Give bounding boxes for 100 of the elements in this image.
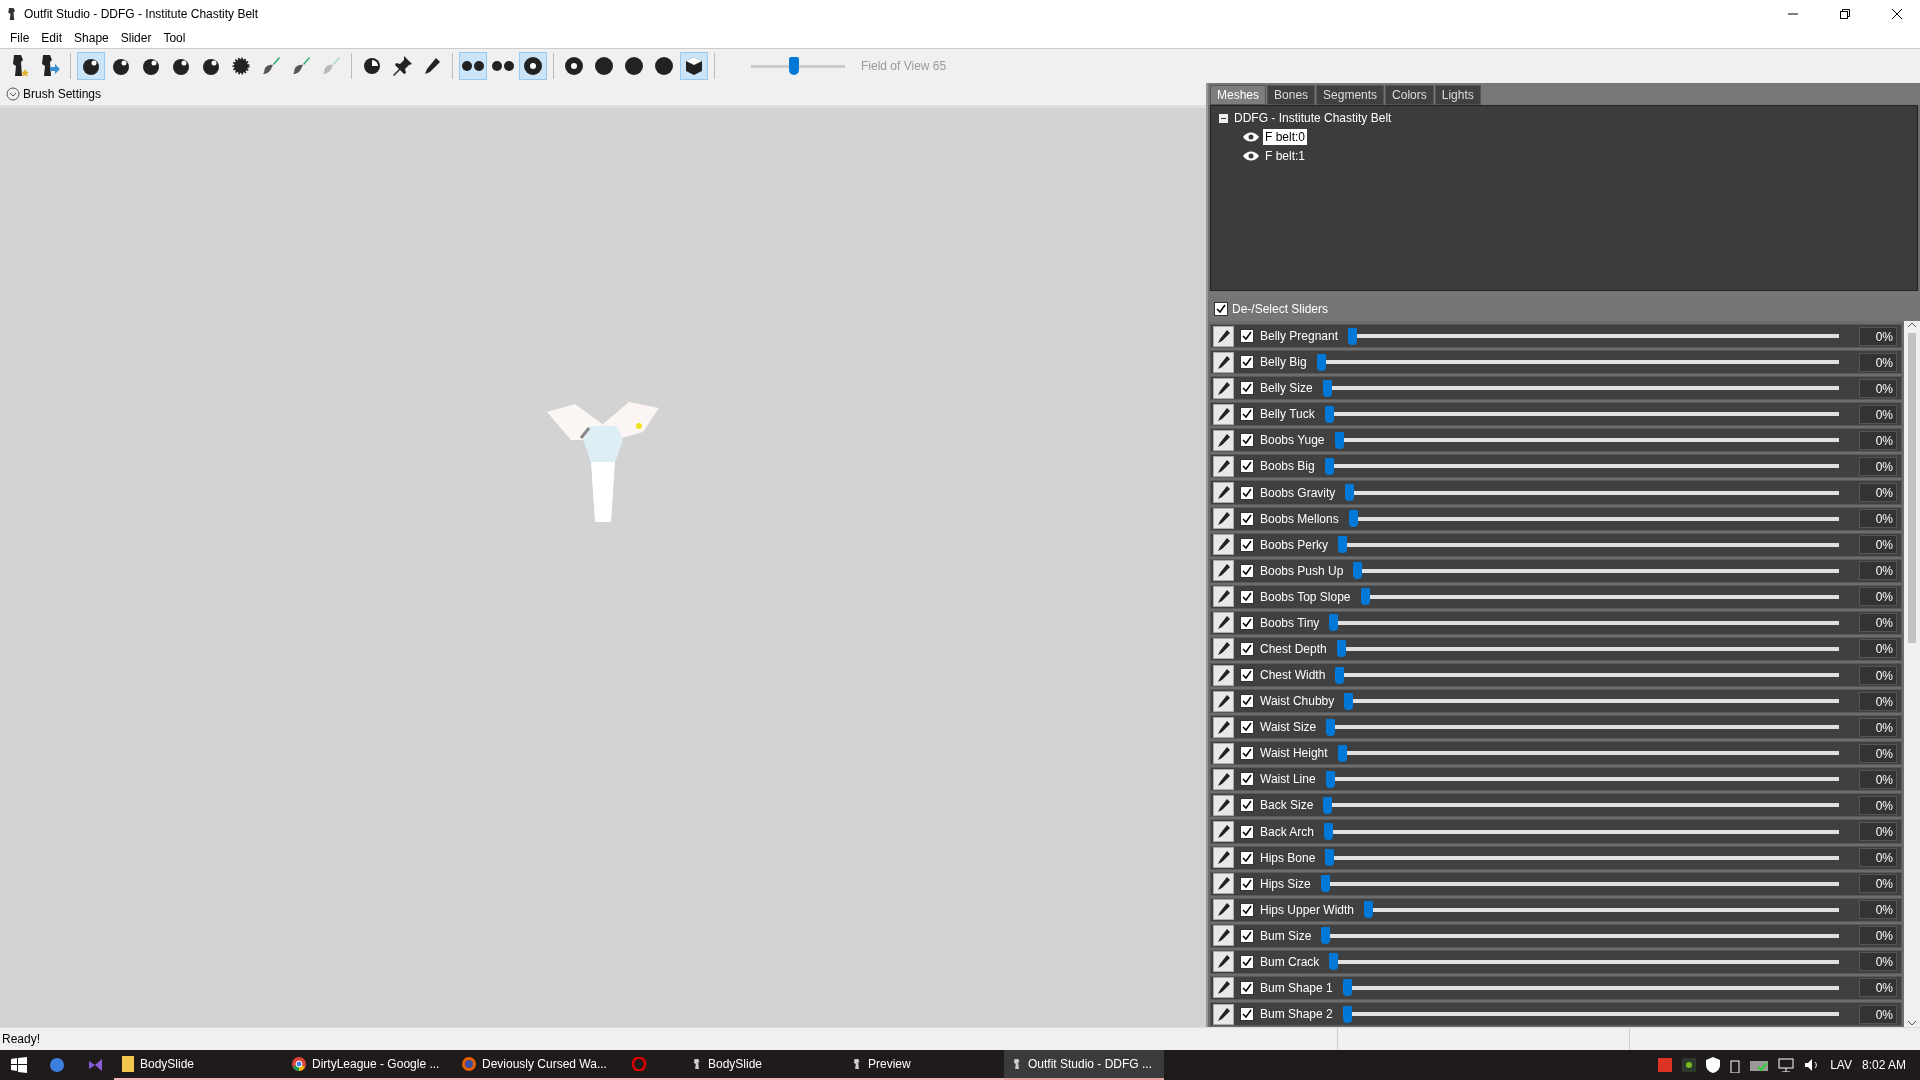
edit-slider-button[interactable] <box>1213 899 1234 921</box>
edit-slider-button[interactable] <box>1213 951 1234 973</box>
slider-track[interactable] <box>1325 849 1839 867</box>
slider-thumb[interactable] <box>1342 979 1352 997</box>
slider-thumb[interactable] <box>1337 744 1347 762</box>
edit-slider-button[interactable] <box>1213 821 1234 842</box>
slider-thumb[interactable] <box>1364 901 1374 919</box>
slider-track[interactable] <box>1360 588 1839 606</box>
edit-slider-button[interactable] <box>1213 925 1234 947</box>
slider-track[interactable] <box>1326 718 1839 736</box>
checkbox[interactable] <box>1240 355 1254 370</box>
slider-track[interactable] <box>1348 327 1839 345</box>
slider-track[interactable] <box>1324 457 1839 475</box>
panel-tab[interactable]: Meshes <box>1210 85 1267 105</box>
slider-thumb[interactable] <box>1336 640 1346 658</box>
checkbox[interactable] <box>1240 537 1254 552</box>
scroll-up-icon[interactable] <box>1908 321 1916 329</box>
select-sliders-label[interactable]: De-/Select Sliders <box>1232 302 1329 316</box>
slider-thumb[interactable] <box>1353 562 1363 580</box>
slider-track[interactable] <box>1329 953 1839 971</box>
edit-slider-button[interactable] <box>1213 455 1234 477</box>
checkbox[interactable] <box>1240 902 1254 917</box>
slider-value[interactable]: 0% <box>1859 665 1897 685</box>
brush-settings-label[interactable]: Brush Settings <box>23 87 102 101</box>
slider-thumb[interactable] <box>788 57 799 75</box>
checkbox[interactable] <box>1240 381 1254 396</box>
slider-value[interactable]: 0% <box>1859 509 1897 529</box>
slider-thumb[interactable] <box>1344 692 1354 710</box>
slider-track[interactable] <box>1324 405 1839 423</box>
slider-value[interactable]: 0% <box>1859 874 1897 894</box>
checkbox[interactable] <box>1240 772 1254 787</box>
checkbox[interactable] <box>1240 720 1254 735</box>
menu-item[interactable]: File <box>4 31 36 45</box>
tree-item[interactable]: F belt:0 <box>1263 129 1308 145</box>
slider-track[interactable] <box>1337 744 1839 762</box>
slider-value[interactable]: 0% <box>1859 952 1897 972</box>
slider-value[interactable]: 0% <box>1859 926 1897 946</box>
menu-item[interactable]: Shape <box>68 31 115 45</box>
edit-slider-button[interactable] <box>1213 664 1234 686</box>
usb-icon[interactable] <box>1730 1057 1741 1073</box>
network-icon[interactable] <box>1778 1058 1795 1072</box>
checkbox[interactable] <box>1214 302 1228 316</box>
slider-value[interactable]: 0% <box>1859 430 1897 450</box>
eye-icon[interactable] <box>1243 151 1259 161</box>
edit-slider-button[interactable] <box>1213 325 1234 347</box>
slider-thumb[interactable] <box>1325 849 1335 867</box>
slider-thumb[interactable] <box>1324 457 1334 475</box>
slider-value[interactable]: 0% <box>1859 769 1897 789</box>
slider-track[interactable] <box>1324 823 1839 840</box>
checkbox[interactable] <box>1240 589 1254 604</box>
slider-value[interactable]: 0% <box>1859 352 1897 372</box>
slider-value[interactable]: 0% <box>1859 822 1897 841</box>
slider-thumb[interactable] <box>1325 770 1335 788</box>
edit-slider-button[interactable] <box>1213 716 1234 738</box>
slider-value[interactable]: 0% <box>1859 639 1897 659</box>
slider-track[interactable] <box>1353 562 1839 580</box>
menu-item[interactable]: Slider <box>114 31 158 45</box>
panel-tab[interactable]: Segments <box>1316 85 1385 105</box>
slider-value[interactable]: 0% <box>1859 587 1897 607</box>
checkbox[interactable] <box>1240 981 1254 995</box>
tray-icon[interactable] <box>1682 1058 1697 1072</box>
taskbar-app[interactable]: Deviously Cursed Wa... <box>454 1050 624 1080</box>
checkbox[interactable] <box>1240 928 1254 943</box>
menu-item[interactable]: Tool <box>157 31 192 45</box>
scroll-down-icon[interactable] <box>1908 1019 1916 1027</box>
edit-slider-button[interactable] <box>1213 351 1234 373</box>
edit-slider-button[interactable] <box>1213 560 1234 582</box>
slider-thumb[interactable] <box>1320 875 1330 893</box>
clock[interactable]: 8:02 AM <box>1861 1058 1906 1072</box>
collapse-icon[interactable] <box>1219 113 1228 123</box>
checkbox[interactable] <box>1240 641 1254 656</box>
slider-track[interactable] <box>1364 901 1839 919</box>
slider-value[interactable]: 0% <box>1859 535 1897 555</box>
slider-value[interactable]: 0% <box>1859 795 1897 815</box>
slider-value[interactable]: 0% <box>1859 326 1897 346</box>
edit-slider-button[interactable] <box>1213 638 1234 660</box>
eye-icon[interactable] <box>1243 132 1259 142</box>
edit-slider-button[interactable] <box>1213 612 1234 634</box>
checkbox[interactable] <box>1240 563 1254 578</box>
slider-value[interactable]: 0% <box>1859 691 1897 711</box>
slider-thumb[interactable] <box>1324 823 1334 840</box>
checkbox[interactable] <box>1240 850 1254 865</box>
slider-thumb[interactable] <box>1335 666 1345 684</box>
slider-track[interactable] <box>1345 484 1839 501</box>
slider-thumb[interactable] <box>1360 588 1370 606</box>
edit-slider-button[interactable] <box>1213 377 1234 399</box>
edit-slider-button[interactable] <box>1213 742 1234 764</box>
slider-thumb[interactable] <box>1329 614 1339 632</box>
tray-icon[interactable] <box>1750 1058 1769 1072</box>
menu-item[interactable]: Edit <box>35 31 69 45</box>
checkbox[interactable] <box>1240 485 1254 500</box>
toolbar-button[interactable] <box>77 52 105 80</box>
slider-value[interactable]: 0% <box>1859 1004 1897 1024</box>
edit-slider-button[interactable] <box>1213 794 1234 816</box>
slider-thumb[interactable] <box>1323 796 1333 814</box>
checkbox[interactable] <box>1240 668 1254 683</box>
panel-tab[interactable]: Colors <box>1385 85 1434 105</box>
edit-slider-button[interactable] <box>1213 429 1234 451</box>
slider-track[interactable] <box>1322 379 1839 397</box>
checkbox[interactable] <box>1240 1007 1254 1022</box>
